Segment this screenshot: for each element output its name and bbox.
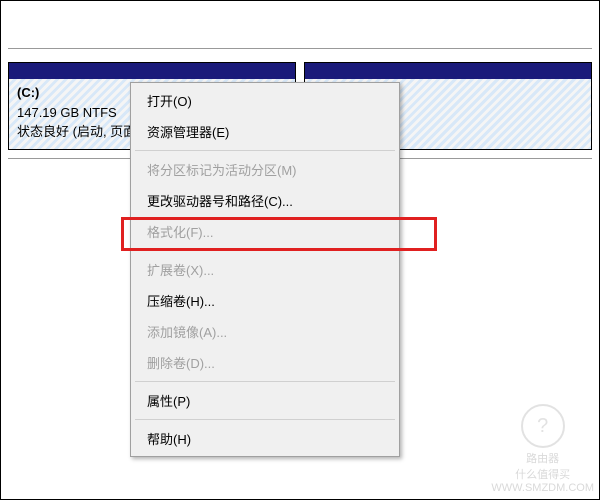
menu-item-delete-volume: 删除卷(D)... bbox=[133, 347, 397, 378]
watermark-text: 什么值得买 bbox=[515, 466, 570, 482]
partition-header bbox=[9, 63, 295, 79]
menu-item-shrink-volume[interactable]: 压缩卷(H)... bbox=[133, 285, 397, 316]
menu-separator bbox=[135, 381, 395, 382]
watermark: ? 路由器 什么值得买 WWW.SMZDM.COM bbox=[491, 404, 594, 494]
watermark-text: 路由器 bbox=[526, 450, 559, 466]
menu-separator bbox=[135, 150, 395, 151]
menu-separator bbox=[135, 419, 395, 420]
menu-item-mark-active: 将分区标记为活动分区(M) bbox=[133, 154, 397, 185]
menu-item-change-drive-letter[interactable]: 更改驱动器号和路径(C)... bbox=[133, 185, 397, 216]
menu-item-add-mirror: 添加镜像(A)... bbox=[133, 316, 397, 347]
menu-separator bbox=[135, 250, 395, 251]
divider bbox=[8, 48, 592, 49]
menu-item-explorer[interactable]: 资源管理器(E) bbox=[133, 116, 397, 147]
menu-item-open[interactable]: 打开(O) bbox=[133, 85, 397, 116]
watermark-text: WWW.SMZDM.COM bbox=[491, 482, 594, 494]
menu-item-help[interactable]: 帮助(H) bbox=[133, 423, 397, 454]
menu-item-format: 格式化(F)... bbox=[133, 216, 397, 247]
menu-item-extend-volume: 扩展卷(X)... bbox=[133, 254, 397, 285]
partition-header bbox=[305, 63, 591, 79]
watermark-icon: ? bbox=[521, 404, 565, 448]
context-menu: 打开(O) 资源管理器(E) 将分区标记为活动分区(M) 更改驱动器号和路径(C… bbox=[130, 82, 400, 457]
menu-item-properties[interactable]: 属性(P) bbox=[133, 385, 397, 416]
